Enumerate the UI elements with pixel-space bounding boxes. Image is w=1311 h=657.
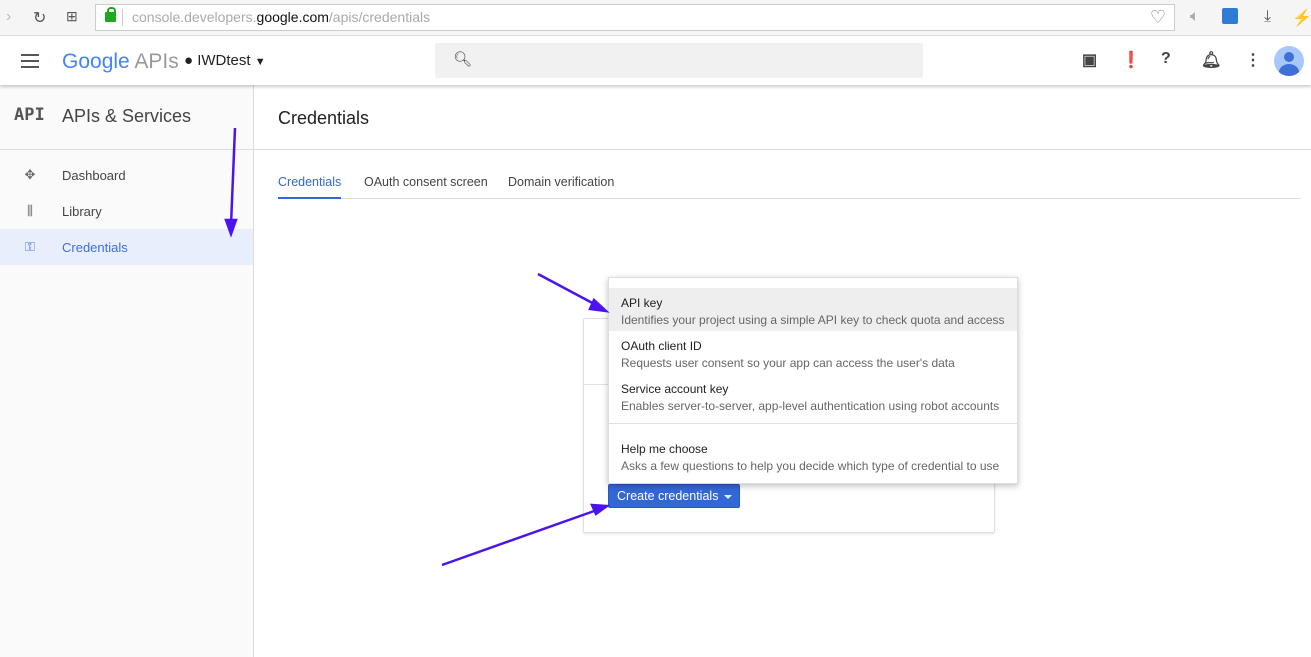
menu-item-oauth-client-id[interactable]: OAuth client ID Requests user consent so…	[609, 331, 1017, 374]
create-credentials-button[interactable]: Create credentials	[608, 484, 740, 508]
tabs: Credentials OAuth consent screen Domain …	[278, 175, 1301, 199]
speaker-icon[interactable]: 🔈︎	[1190, 8, 1200, 26]
create-credentials-menu: API key Identifies your project using a …	[608, 277, 1018, 484]
battery-icon: ⚡	[1292, 10, 1311, 27]
sidebar-item-credentials[interactable]: ⚿ Credentials	[0, 229, 253, 265]
url-domain: google.com	[256, 9, 329, 25]
avatar[interactable]	[1274, 46, 1304, 76]
download-icon[interactable]: ⤓	[1264, 8, 1271, 26]
dropdown-caret-icon	[724, 495, 732, 499]
tab-domain-verification[interactable]: Domain verification	[508, 175, 614, 199]
key-icon: ⚿	[25, 239, 35, 254]
main-content: Credentials Credentials OAuth consent sc…	[254, 85, 1311, 657]
url-path: /apis/credentials	[328, 9, 431, 25]
dashboard-icon: ✥	[24, 167, 36, 182]
grid-icon[interactable]: ⊞	[66, 8, 78, 25]
project-selector[interactable]: ● IWDtest ▼	[184, 52, 266, 69]
api-icon: API	[14, 105, 45, 125]
page-title: Credentials	[278, 108, 370, 128]
library-icon: ⫼	[27, 203, 33, 218]
help-icon[interactable]: ?	[1161, 50, 1171, 68]
gift-icon[interactable]: ▣	[1082, 50, 1097, 70]
heart-icon[interactable]: ♡	[1150, 5, 1166, 30]
hamburger-menu-icon[interactable]	[21, 54, 39, 72]
more-vert-icon[interactable]: ⋮	[1245, 50, 1261, 70]
sidebar: API APIs & Services ✥ Dashboard ⫼ Librar…	[0, 85, 254, 657]
menu-item-api-key[interactable]: API key Identifies your project using a …	[609, 288, 1017, 331]
notifications-icon[interactable]: 🔔︎	[1201, 50, 1221, 70]
url-prefix: console.developers.	[132, 9, 257, 25]
lock-icon	[105, 7, 116, 22]
feedback-icon[interactable]: ❗	[1121, 50, 1141, 70]
extension-icon[interactable]	[1222, 8, 1238, 24]
sidebar-item-dashboard[interactable]: ✥ Dashboard	[0, 157, 253, 193]
app-bar: Google APIs ● IWDtest ▼ 🔍︎ ▣ ❗ ? 🔔︎ ⋮	[0, 37, 1311, 85]
tab-credentials[interactable]: Credentials	[278, 175, 342, 199]
browser-toolbar: › ↻ ⊞ console.developers.google.com/apis…	[0, 0, 1311, 36]
reload-icon[interactable]: ↻	[33, 8, 46, 28]
forward-icon[interactable]: ›	[6, 8, 11, 26]
menu-item-help-me-choose[interactable]: Help me choose Asks a few questions to h…	[609, 434, 1017, 477]
menu-item-service-account-key[interactable]: Service account key Enables server-to-se…	[609, 374, 1017, 417]
sidebar-title: APIs & Services	[62, 106, 192, 126]
sidebar-item-library[interactable]: ⫼ Library	[0, 193, 253, 229]
search-icon: 🔍︎	[453, 51, 473, 68]
address-bar[interactable]: console.developers.google.com/apis/crede…	[95, 4, 1175, 31]
project-icon: ●	[184, 52, 194, 69]
tab-oauth-consent-screen[interactable]: OAuth consent screen	[364, 175, 488, 199]
search-input[interactable]: 🔍︎	[435, 43, 923, 78]
dropdown-caret-icon: ▼	[254, 56, 266, 68]
google-apis-logo[interactable]: Google APIs	[62, 50, 179, 74]
